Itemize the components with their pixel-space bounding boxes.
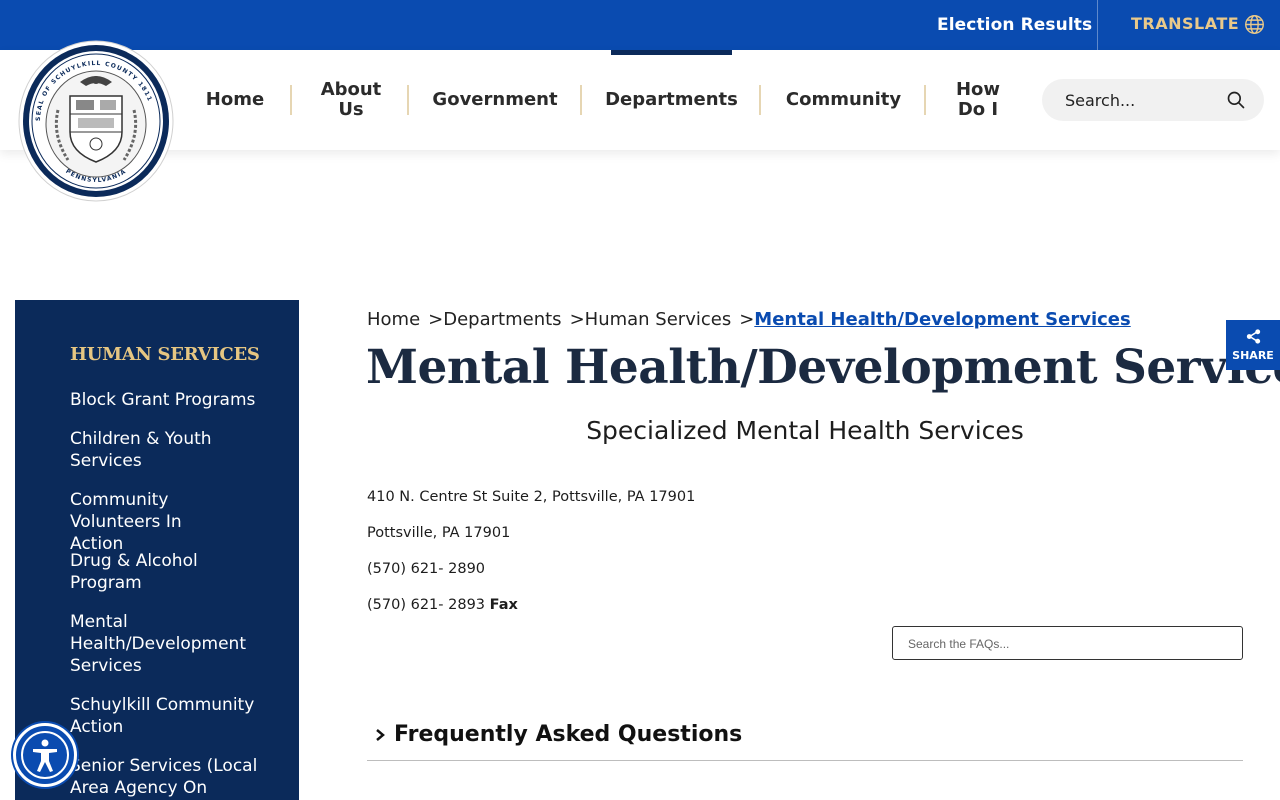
fax-line: (570) 621- 2893 Fax bbox=[367, 597, 518, 613]
sidebar-item-senior-services[interactable]: Senior Services (Local Area Agency On bbox=[70, 755, 260, 799]
sidebar-item-drug-alcohol[interactable]: Drug & Alcohol Program bbox=[70, 550, 220, 594]
page-subtitle: Specialized Mental Health Services bbox=[586, 416, 1024, 445]
breadcrumb-home[interactable]: Home bbox=[367, 309, 420, 330]
nav-divider bbox=[580, 85, 582, 115]
nav-home[interactable]: Home bbox=[190, 50, 280, 150]
share-button[interactable]: SHARE bbox=[1226, 320, 1280, 370]
breadcrumb-current[interactable]: Mental Health/Development Services bbox=[754, 309, 1130, 330]
breadcrumb: Home >Departments >Human Services >Mental H… bbox=[367, 309, 1131, 330]
utility-bar: Election Results TRANSLATE bbox=[0, 0, 1280, 50]
faq-search-input[interactable]: Search the FAQs... bbox=[892, 626, 1243, 660]
translate-button[interactable]: TRANSLATE bbox=[1131, 14, 1239, 33]
nav-divider bbox=[407, 85, 409, 115]
county-seal-logo[interactable]: SEAL OF SCHUYLKILL COUNTY 1811 PENNSYLVA… bbox=[18, 40, 174, 202]
site-search-input[interactable]: Search... bbox=[1042, 79, 1264, 121]
sidebar-item-community-volunteers[interactable]: Community Volunteers In Action bbox=[70, 489, 240, 555]
faq-search-placeholder: Search the FAQs... bbox=[908, 637, 1010, 651]
fax-label: Fax bbox=[489, 597, 518, 613]
fax-number: (570) 621- 2893 bbox=[367, 597, 486, 613]
nav-divider bbox=[924, 85, 926, 115]
breadcrumb-separator: > bbox=[569, 309, 585, 330]
utility-divider bbox=[1097, 0, 1098, 50]
breadcrumb-human-services[interactable]: Human Services bbox=[585, 309, 732, 330]
globe-icon[interactable] bbox=[1244, 14, 1265, 35]
accessibility-button[interactable] bbox=[13, 723, 77, 787]
nav-government[interactable]: Government bbox=[425, 50, 565, 150]
sidebar-title: HUMAN SERVICES bbox=[70, 344, 260, 365]
faq-heading: Frequently Asked Questions bbox=[394, 722, 743, 747]
search-placeholder: Search... bbox=[1065, 91, 1136, 110]
nav-about-us[interactable]: About Us bbox=[305, 50, 397, 150]
phone-link[interactable]: (570) 621- 2890 bbox=[367, 561, 485, 577]
nav-departments[interactable]: Departments bbox=[600, 50, 743, 150]
page-title: Mental Health/Development Services bbox=[366, 340, 1280, 395]
sidebar-item-block-grant[interactable]: Block Grant Programs bbox=[70, 389, 260, 411]
breadcrumb-separator: > bbox=[739, 309, 755, 330]
address-line-2: Pottsville, PA 17901 bbox=[367, 525, 511, 541]
sidebar-item-children-youth[interactable]: Children & Youth Services bbox=[70, 428, 240, 472]
search-icon[interactable] bbox=[1226, 90, 1246, 110]
accessibility-ring bbox=[21, 731, 69, 779]
share-icon bbox=[1246, 329, 1261, 344]
address-line-1: 410 N. Centre St Suite 2, Pottsville, PA… bbox=[367, 489, 696, 505]
sidebar-item-mental-health[interactable]: Mental Health/Development Services bbox=[70, 611, 246, 677]
share-label: SHARE bbox=[1232, 349, 1274, 362]
chevron-right-icon bbox=[376, 729, 385, 741]
main-header: Home About Us Government Departments Com… bbox=[0, 50, 1280, 150]
nav-how-do-i[interactable]: How Do I bbox=[940, 50, 1016, 150]
nav-divider bbox=[290, 85, 292, 115]
election-results-link[interactable]: Election Results bbox=[937, 15, 1092, 35]
nav-community[interactable]: Community bbox=[777, 50, 910, 150]
accessibility-icon bbox=[33, 739, 57, 772]
breadcrumb-separator: > bbox=[428, 309, 444, 330]
faq-accordion-toggle[interactable]: Frequently Asked Questions bbox=[367, 720, 1243, 761]
nav-divider bbox=[759, 85, 761, 115]
sidebar-item-community-action[interactable]: Schuylkill Community Action bbox=[70, 694, 265, 738]
breadcrumb-departments[interactable]: Departments bbox=[443, 309, 561, 330]
